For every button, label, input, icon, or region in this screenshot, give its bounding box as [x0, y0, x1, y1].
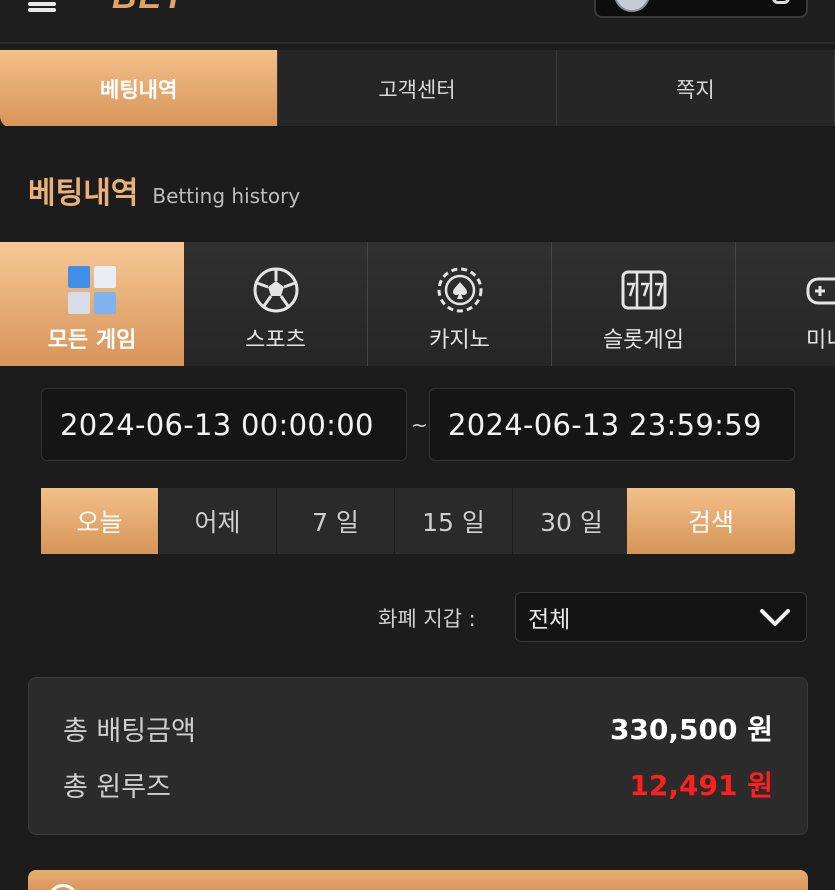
site-logo[interactable]: BET [112, 0, 186, 16]
category-label: 카지노 [429, 328, 490, 353]
total-winloss-label: 총 윈루즈 [63, 771, 171, 803]
section-title: 베팅내역 Betting history [28, 168, 300, 212]
category-all-games[interactable]: 모든 게임 [0, 242, 184, 366]
chevron-down-icon [758, 603, 792, 637]
page-title: 베팅내역 [28, 176, 139, 211]
date-separator: ~ [411, 413, 428, 437]
period-buttons: 오늘 어제 7 일 15 일 30 일 [41, 488, 631, 554]
all-games-icon [64, 262, 120, 318]
period-yesterday-button[interactable]: 어제 [159, 488, 276, 554]
info-icon [48, 884, 78, 890]
summary-card: 총 배팅금액 330,500 원 총 윈루즈 12,491 원 [28, 677, 808, 835]
page-subtitle: Betting history [152, 184, 301, 208]
gamepad-icon [806, 262, 835, 318]
tabs-divider [0, 126, 835, 128]
avatar-icon [614, 0, 650, 12]
tab-messages[interactable]: 쪽지 [557, 50, 835, 128]
period-today-button[interactable]: 오늘 [41, 488, 158, 554]
main-tabs: 베팅내역 고객센터 쪽지 [0, 50, 835, 128]
user-wallet-chip[interactable] [594, 0, 808, 18]
category-sports[interactable]: 스포츠 [184, 242, 368, 366]
tab-betting-history[interactable]: 베팅내역 [0, 50, 279, 128]
category-label: 슬롯게임 [603, 328, 684, 353]
casino-chip-icon [435, 262, 485, 318]
category-slots[interactable]: 슬롯게임 [552, 242, 736, 366]
period-30days-button[interactable]: 30 일 [513, 488, 630, 554]
category-mini[interactable]: 미니 [736, 242, 835, 366]
tab-customer-center[interactable]: 고객센터 [278, 50, 557, 128]
period-15days-button[interactable]: 15 일 [395, 488, 512, 554]
currency-selected-value: 전체 [528, 607, 571, 633]
search-button[interactable]: 검색 [627, 488, 795, 554]
slot-machine-icon [619, 262, 669, 318]
total-bet-label: 총 배팅금액 [63, 715, 196, 747]
game-category-tabs: 모든 게임 스포츠 카지노 슬롯게임 미 [0, 242, 835, 366]
wallet-icon [772, 0, 790, 4]
currency-filter-label: 화폐 지갑 : [378, 607, 476, 631]
total-winloss-row: 총 윈루즈 12,491 원 [63, 764, 773, 804]
category-label: 미니 [806, 328, 835, 353]
betting-history-page: BET 베팅내역 고객센터 쪽지 베팅내역 Betting history [0, 0, 835, 890]
category-label: 스포츠 [245, 328, 306, 353]
bottom-action-bar[interactable] [28, 870, 808, 890]
total-winloss-value: 12,491 원 [629, 769, 773, 802]
date-to-input[interactable]: 2024-06-13 23:59:59 [429, 388, 795, 461]
category-casino[interactable]: 카지노 [368, 242, 552, 366]
total-bet-row: 총 배팅금액 330,500 원 [63, 708, 773, 748]
top-header: BET [0, 0, 835, 44]
soccer-ball-icon [251, 262, 301, 318]
currency-select[interactable]: 전체 [515, 592, 807, 642]
total-bet-value: 330,500 원 [609, 713, 773, 746]
hamburger-icon[interactable] [28, 0, 56, 12]
period-7days-button[interactable]: 7 일 [277, 488, 394, 554]
date-from-input[interactable]: 2024-06-13 00:00:00 [41, 388, 407, 461]
category-label: 모든 게임 [47, 328, 137, 353]
